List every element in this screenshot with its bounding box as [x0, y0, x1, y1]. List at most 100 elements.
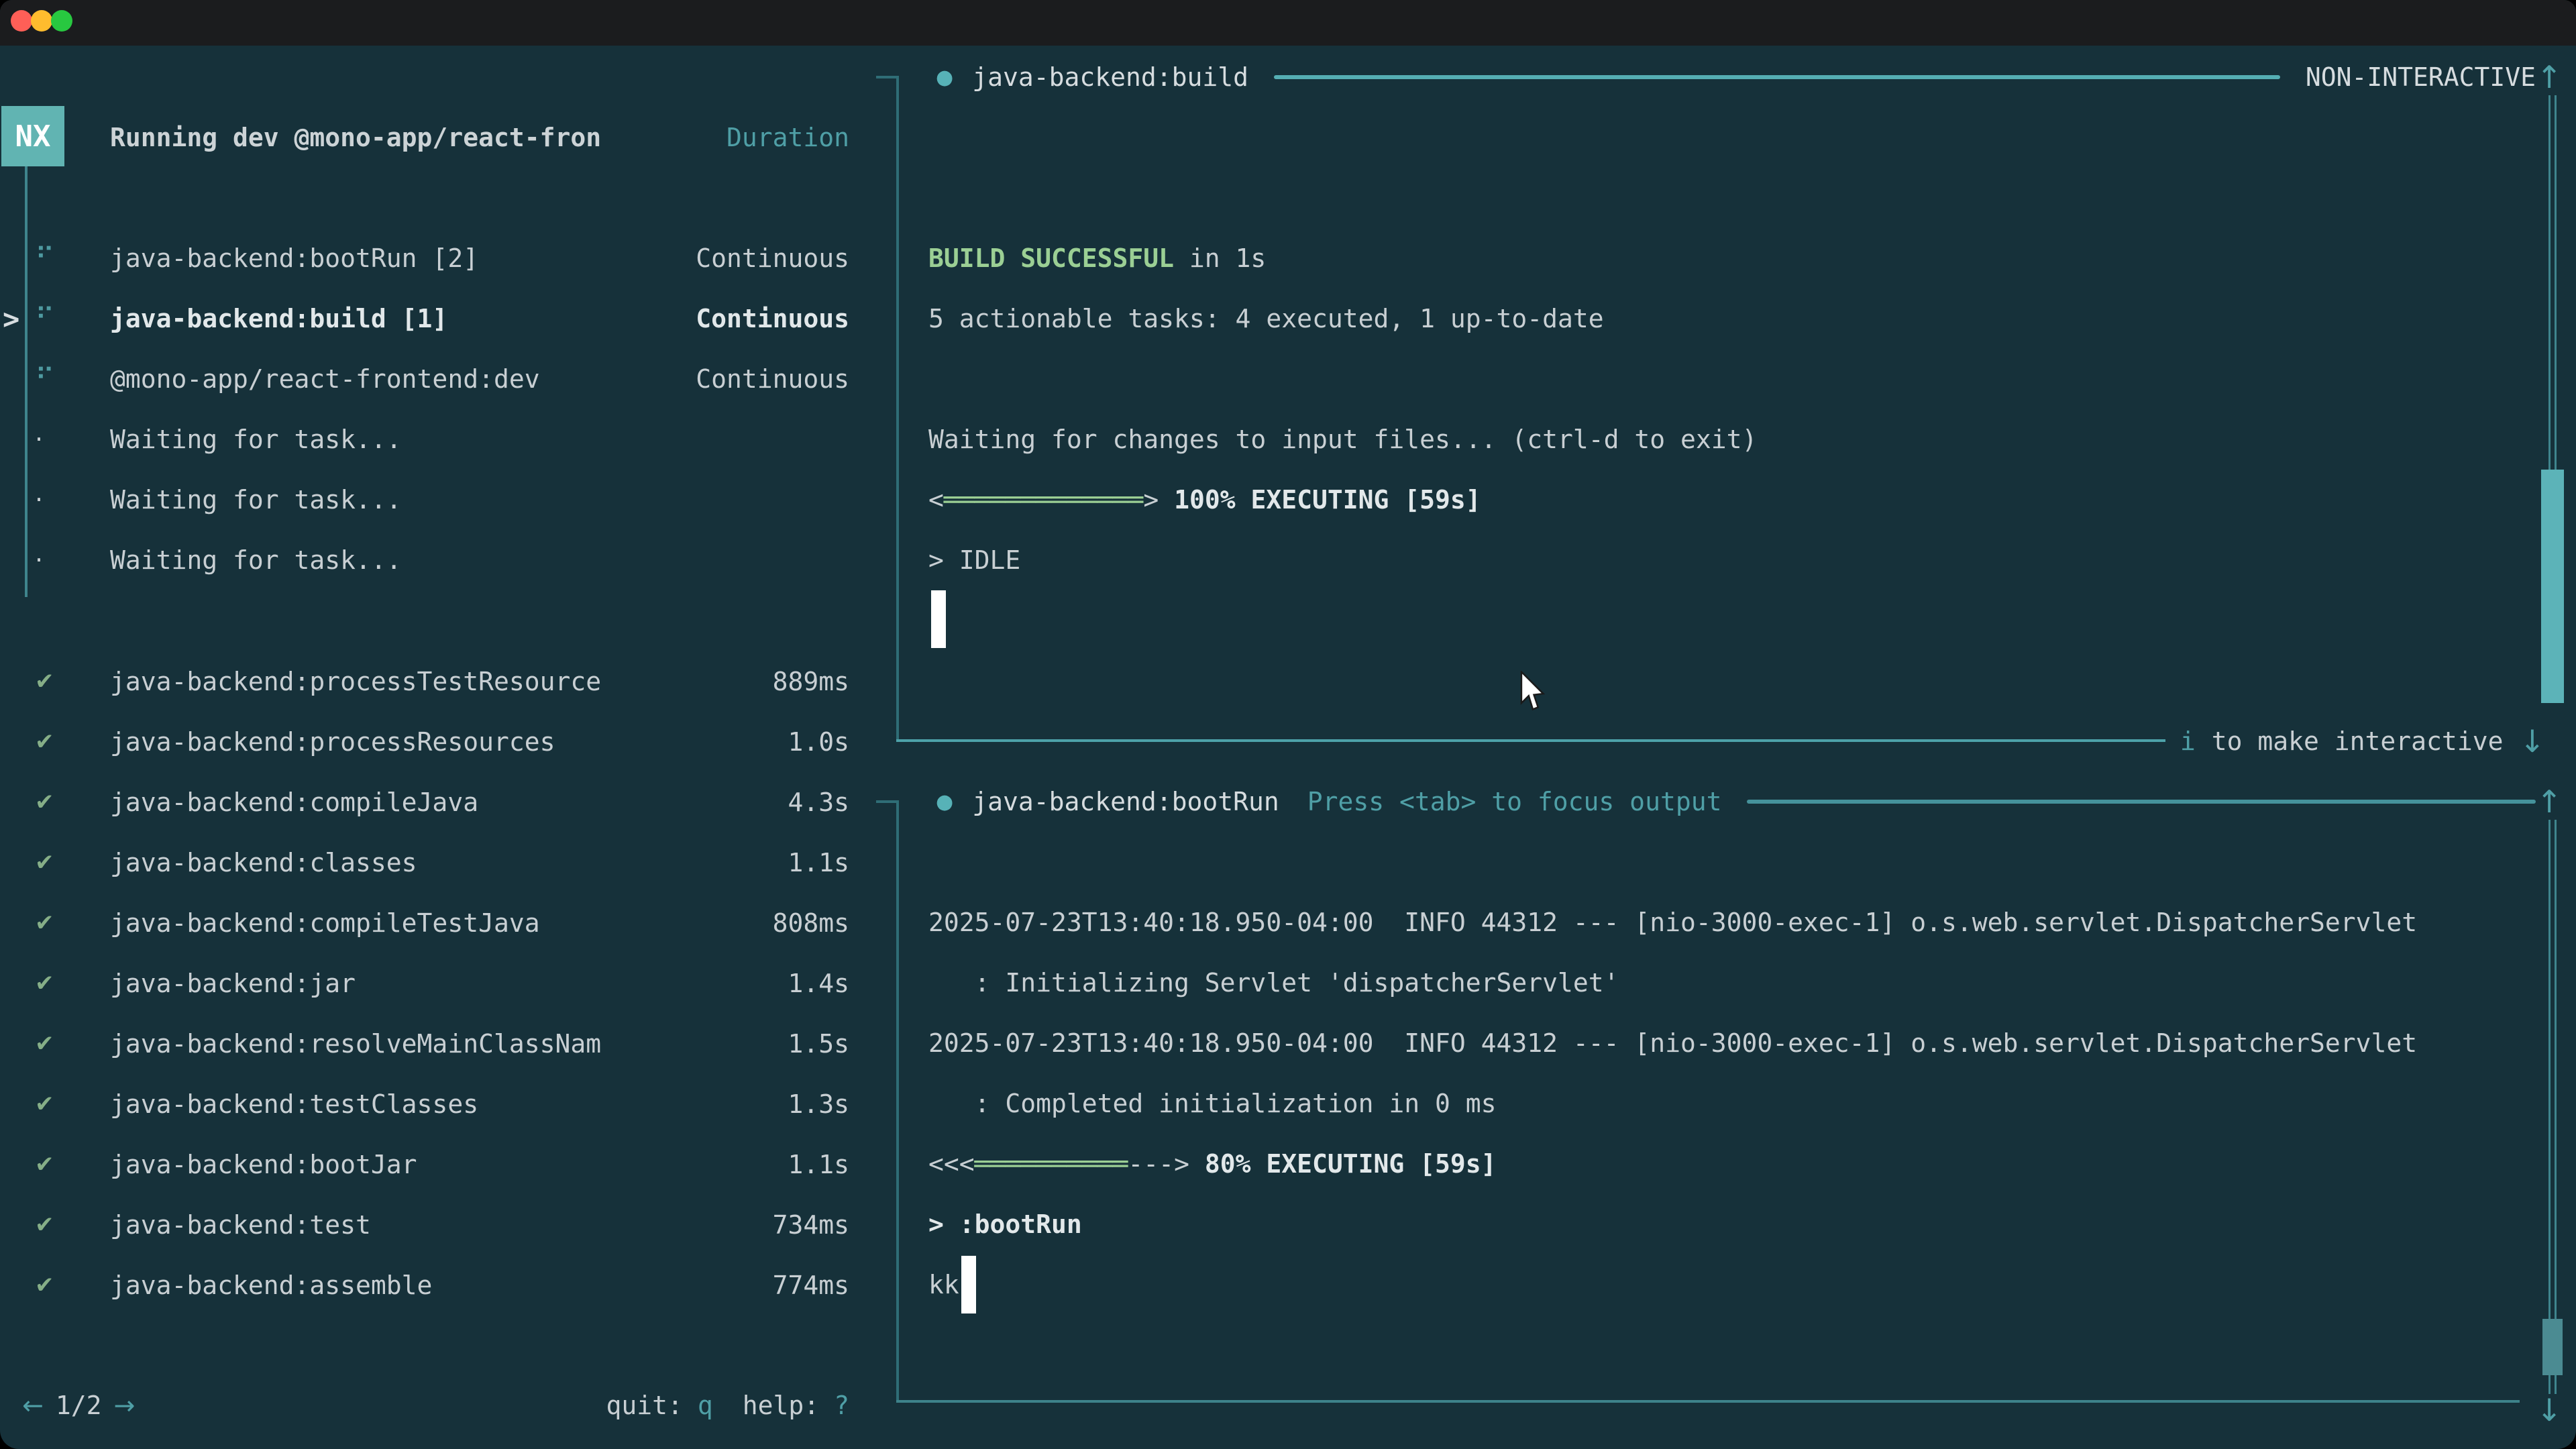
help-key: ? — [834, 1391, 849, 1420]
build-time-text: in 1s — [1174, 244, 1266, 273]
bootrun-log-line: 2025-07-23T13:40:18.950-04:00 INFO 44312… — [928, 892, 2417, 953]
build-panel-footer-hint: i to make interactive ↓ — [1342, 711, 2545, 771]
interactive-hint-key: i — [2180, 727, 2196, 756]
task-row[interactable]: ⠋ java-backend:bootRun [2] Continuous — [0, 228, 849, 288]
task-label: @mono-app/react-frontend:dev — [110, 364, 540, 394]
task-duration: Continuous — [696, 244, 849, 273]
task-row[interactable]: ✔java-backend:testClasses1.3s — [0, 1074, 849, 1134]
bootrun-prompt-line: > :bootRun — [928, 1194, 1082, 1254]
build-scrollbar-thumb[interactable] — [2541, 470, 2564, 703]
progress-dashes: --- — [1128, 1149, 1174, 1179]
pending-dot-icon: · — [35, 425, 43, 454]
task-row[interactable]: ✔java-backend:compileTestJava808ms — [0, 893, 849, 953]
task-row[interactable]: ✔java-backend:test734ms — [0, 1195, 849, 1255]
task-row[interactable]: ✔java-backend:processResources1.0s — [0, 712, 849, 772]
check-icon: ✔ — [35, 1151, 54, 1178]
mouse-cursor-icon — [1517, 671, 1548, 712]
progress-right-cap: > — [1174, 1149, 1205, 1179]
task-row[interactable]: ⠋java-backend:build [1]Continuous — [0, 288, 849, 349]
help-label: help: — [743, 1391, 819, 1420]
task-label: java-backend:bootJar — [110, 1150, 417, 1179]
spinner-icon: ⠋ — [35, 364, 54, 394]
nx-tui-window: NX Running dev @mono-app/react-fron Dura… — [0, 0, 2576, 1449]
build-idle-line: > IDLE — [928, 530, 1020, 590]
bootrun-panel-header-line — [1747, 800, 2536, 804]
progress-bar: ══════════ — [975, 1149, 1128, 1179]
bootrun-log-line: : Initializing Servlet 'dispatcherServle… — [928, 953, 1619, 1013]
task-row[interactable]: ✔java-backend:assemble774ms — [0, 1255, 849, 1316]
quit-key: q — [698, 1391, 713, 1420]
task-duration: 1.5s — [788, 1029, 849, 1059]
task-duration: Continuous — [696, 304, 849, 333]
task-row[interactable]: ✔java-backend:jar1.4s — [0, 953, 849, 1014]
task-duration: 1.1s — [788, 1150, 849, 1179]
task-row[interactable]: · Waiting for task... — [0, 470, 849, 530]
maximize-window-button[interactable] — [51, 10, 72, 32]
scroll-down-icon[interactable]: ↓ — [2536, 1392, 2563, 1428]
spinner-icon: ⠋ — [35, 243, 54, 274]
task-duration: 1.1s — [788, 848, 849, 877]
task-row[interactable]: ⠋ @mono-app/react-frontend:dev Continuous — [0, 349, 849, 409]
scroll-up-icon[interactable]: ↑ — [2536, 59, 2563, 95]
build-log-line: BUILD SUCCESSFUL in 1s — [928, 228, 1266, 288]
build-progress-line: <═════════════> 100% EXECUTING [59s] — [928, 470, 1481, 530]
sidebar-title: Running dev @mono-app/react-fron — [110, 123, 601, 152]
check-icon: ✔ — [35, 849, 54, 876]
prev-page-icon[interactable]: ← — [22, 1391, 44, 1420]
task-duration: Continuous — [696, 364, 849, 394]
task-label: java-backend:bootRun [2] — [110, 244, 478, 273]
sidebar-header: Running dev @mono-app/react-fron Duratio… — [110, 107, 849, 168]
task-row[interactable]: ✔java-backend:resolveMainClassNam1.5s — [0, 1014, 849, 1074]
task-row[interactable]: ✔ java-backend:bootJar 1.1s — [0, 1134, 849, 1195]
bootrun-scroll-down[interactable]: ↓ — [2529, 1380, 2569, 1440]
build-tasks-line: 5 actionable tasks: 4 executed, 1 up-to-… — [928, 288, 1604, 349]
task-row[interactable]: ✔java-backend:processTestResource889ms — [0, 651, 849, 712]
check-icon: ✔ — [35, 1212, 54, 1238]
minimize-window-button[interactable] — [31, 10, 52, 32]
bootrun-panel-bottom-border — [896, 1400, 2520, 1403]
task-label: java-backend:testClasses — [110, 1089, 478, 1119]
check-icon: ✔ — [35, 789, 54, 816]
task-duration: 1.4s — [788, 969, 849, 998]
task-duration: 808ms — [773, 908, 849, 938]
bootrun-scrollbar-track[interactable] — [2548, 820, 2557, 1394]
progress-bar: ═════════════ — [944, 485, 1143, 515]
scroll-up-icon[interactable]: ↑ — [2536, 784, 2563, 820]
task-label: java-backend:test — [110, 1210, 371, 1240]
pending-dot-icon: · — [35, 485, 43, 515]
task-label: Waiting for task... — [110, 425, 402, 454]
spinner-icon: ⠋ — [35, 303, 54, 334]
running-dot-icon: ● — [936, 66, 953, 89]
bootrun-scrollbar-thumb[interactable] — [2542, 1319, 2563, 1375]
build-panel-header[interactable]: ● java-backend:build NON-INTERACTIVE — [936, 47, 2536, 107]
task-label: Waiting for task... — [110, 545, 402, 575]
task-duration: 774ms — [773, 1271, 849, 1300]
task-row[interactable]: · Waiting for task... — [0, 409, 849, 470]
task-row[interactable]: ·Waiting for task... — [0, 530, 849, 590]
check-icon: ✔ — [35, 729, 54, 755]
progress-right-cap: > — [1143, 485, 1174, 515]
task-label: java-backend:resolveMainClassNam — [110, 1029, 601, 1059]
close-window-button[interactable] — [11, 10, 32, 32]
bootrun-panel-header[interactable]: ● java-backend:bootRun Press <tab> to fo… — [936, 771, 2536, 832]
scroll-down-icon[interactable]: ↓ — [2519, 723, 2545, 759]
progress-label: 100% EXECUTING [59s] — [1174, 485, 1481, 515]
interactive-hint-text: to make interactive — [2212, 727, 2504, 756]
page-indicator: 1/2 — [56, 1391, 102, 1420]
task-duration: 1.0s — [788, 727, 849, 757]
bootrun-input-text[interactable]: kk — [928, 1254, 959, 1315]
bootrun-panel-border-stub — [876, 800, 898, 803]
task-label: java-backend:jar — [110, 969, 356, 998]
task-row[interactable]: ✔java-backend:classes1.1s — [0, 833, 849, 893]
bootrun-log-line: 2025-07-23T13:40:18.950-04:00 INFO 44312… — [928, 1013, 2417, 1073]
next-page-icon[interactable]: → — [113, 1391, 135, 1420]
build-panel-header-line — [1274, 75, 2280, 79]
check-icon: ✔ — [35, 910, 54, 936]
task-row[interactable]: ✔java-backend:compileJava4.3s — [0, 772, 849, 833]
task-label: java-backend:compileJava — [110, 788, 478, 817]
check-icon: ✔ — [35, 1091, 54, 1118]
progress-left-cap: < — [928, 485, 944, 515]
task-label: Waiting for task... — [110, 485, 402, 515]
check-icon: ✔ — [35, 1272, 54, 1299]
bootrun-progress-line: <<<══════════---> 80% EXECUTING [59s] — [928, 1134, 1497, 1194]
